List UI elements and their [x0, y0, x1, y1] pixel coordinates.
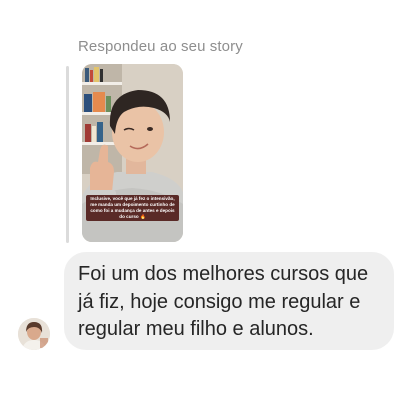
avatar-photo — [18, 318, 50, 350]
story-thumbnail[interactable]: Inclusive, você que já fez o intensivão,… — [82, 64, 183, 242]
story-caption: Inclusive, você que já fez o intensivão,… — [86, 195, 179, 221]
reply-indicator-bar — [66, 66, 69, 243]
message-text: Foi um dos melhores cursos que já fiz, h… — [78, 263, 369, 340]
avatar[interactable] — [18, 318, 50, 350]
message-bubble[interactable]: Foi um dos melhores cursos que já fiz, h… — [64, 252, 394, 350]
story-caption-text: Inclusive, você que já fez o intensivão,… — [86, 195, 179, 221]
story-reply-label: Respondeu ao seu story — [78, 38, 243, 55]
chat-screen: Respondeu ao seu story Inclusive, você q… — [0, 0, 400, 400]
